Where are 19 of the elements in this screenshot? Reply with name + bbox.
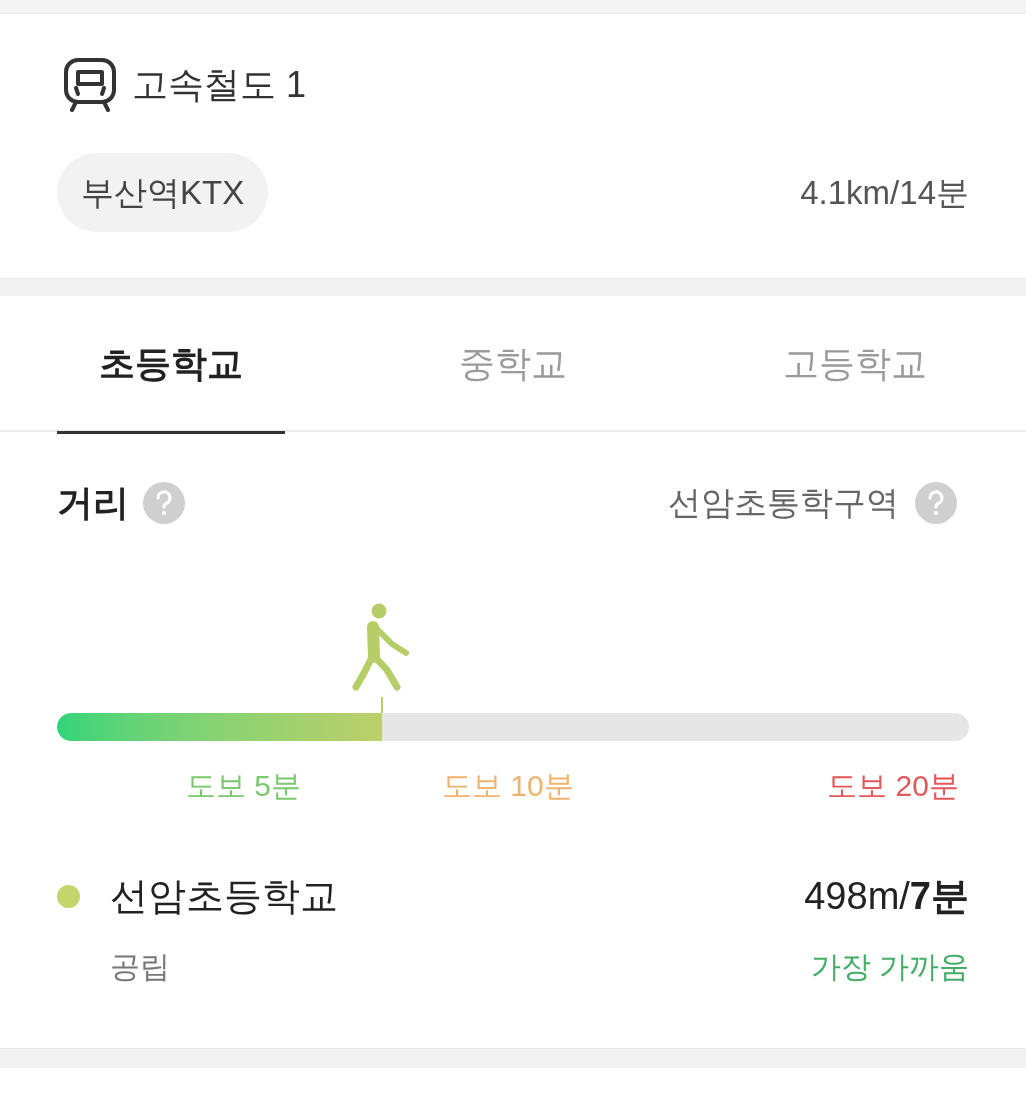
- school-name: 선암초등학교: [110, 873, 338, 919]
- walk-time-label: 도보 5분: [186, 768, 302, 804]
- transit-distance: 4.1km/14분: [800, 172, 969, 213]
- school-distance: 498m/7분: [804, 873, 969, 919]
- nearest-note: 가장 가까움: [810, 948, 969, 985]
- school-type: 공립: [110, 948, 170, 985]
- school-tab[interactable]: 중학교: [342, 296, 684, 434]
- transit-title: 고속철도 1: [132, 63, 307, 107]
- school-tab[interactable]: 고등학교: [684, 296, 1026, 434]
- train-icon: [62, 58, 118, 112]
- walker-marker-icon: [351, 603, 412, 713]
- station-chip: 부산역KTX: [57, 153, 269, 232]
- walk-time-label: 도보 20분: [827, 768, 959, 804]
- distance-heading: 거리: [57, 481, 129, 525]
- walk-time-label: 도보 10분: [442, 768, 574, 804]
- help-icon[interactable]: [915, 482, 957, 524]
- help-icon[interactable]: [143, 482, 185, 524]
- school-tab[interactable]: 초등학교: [0, 296, 342, 434]
- school-zone-label: 선암초통학구역: [668, 483, 899, 524]
